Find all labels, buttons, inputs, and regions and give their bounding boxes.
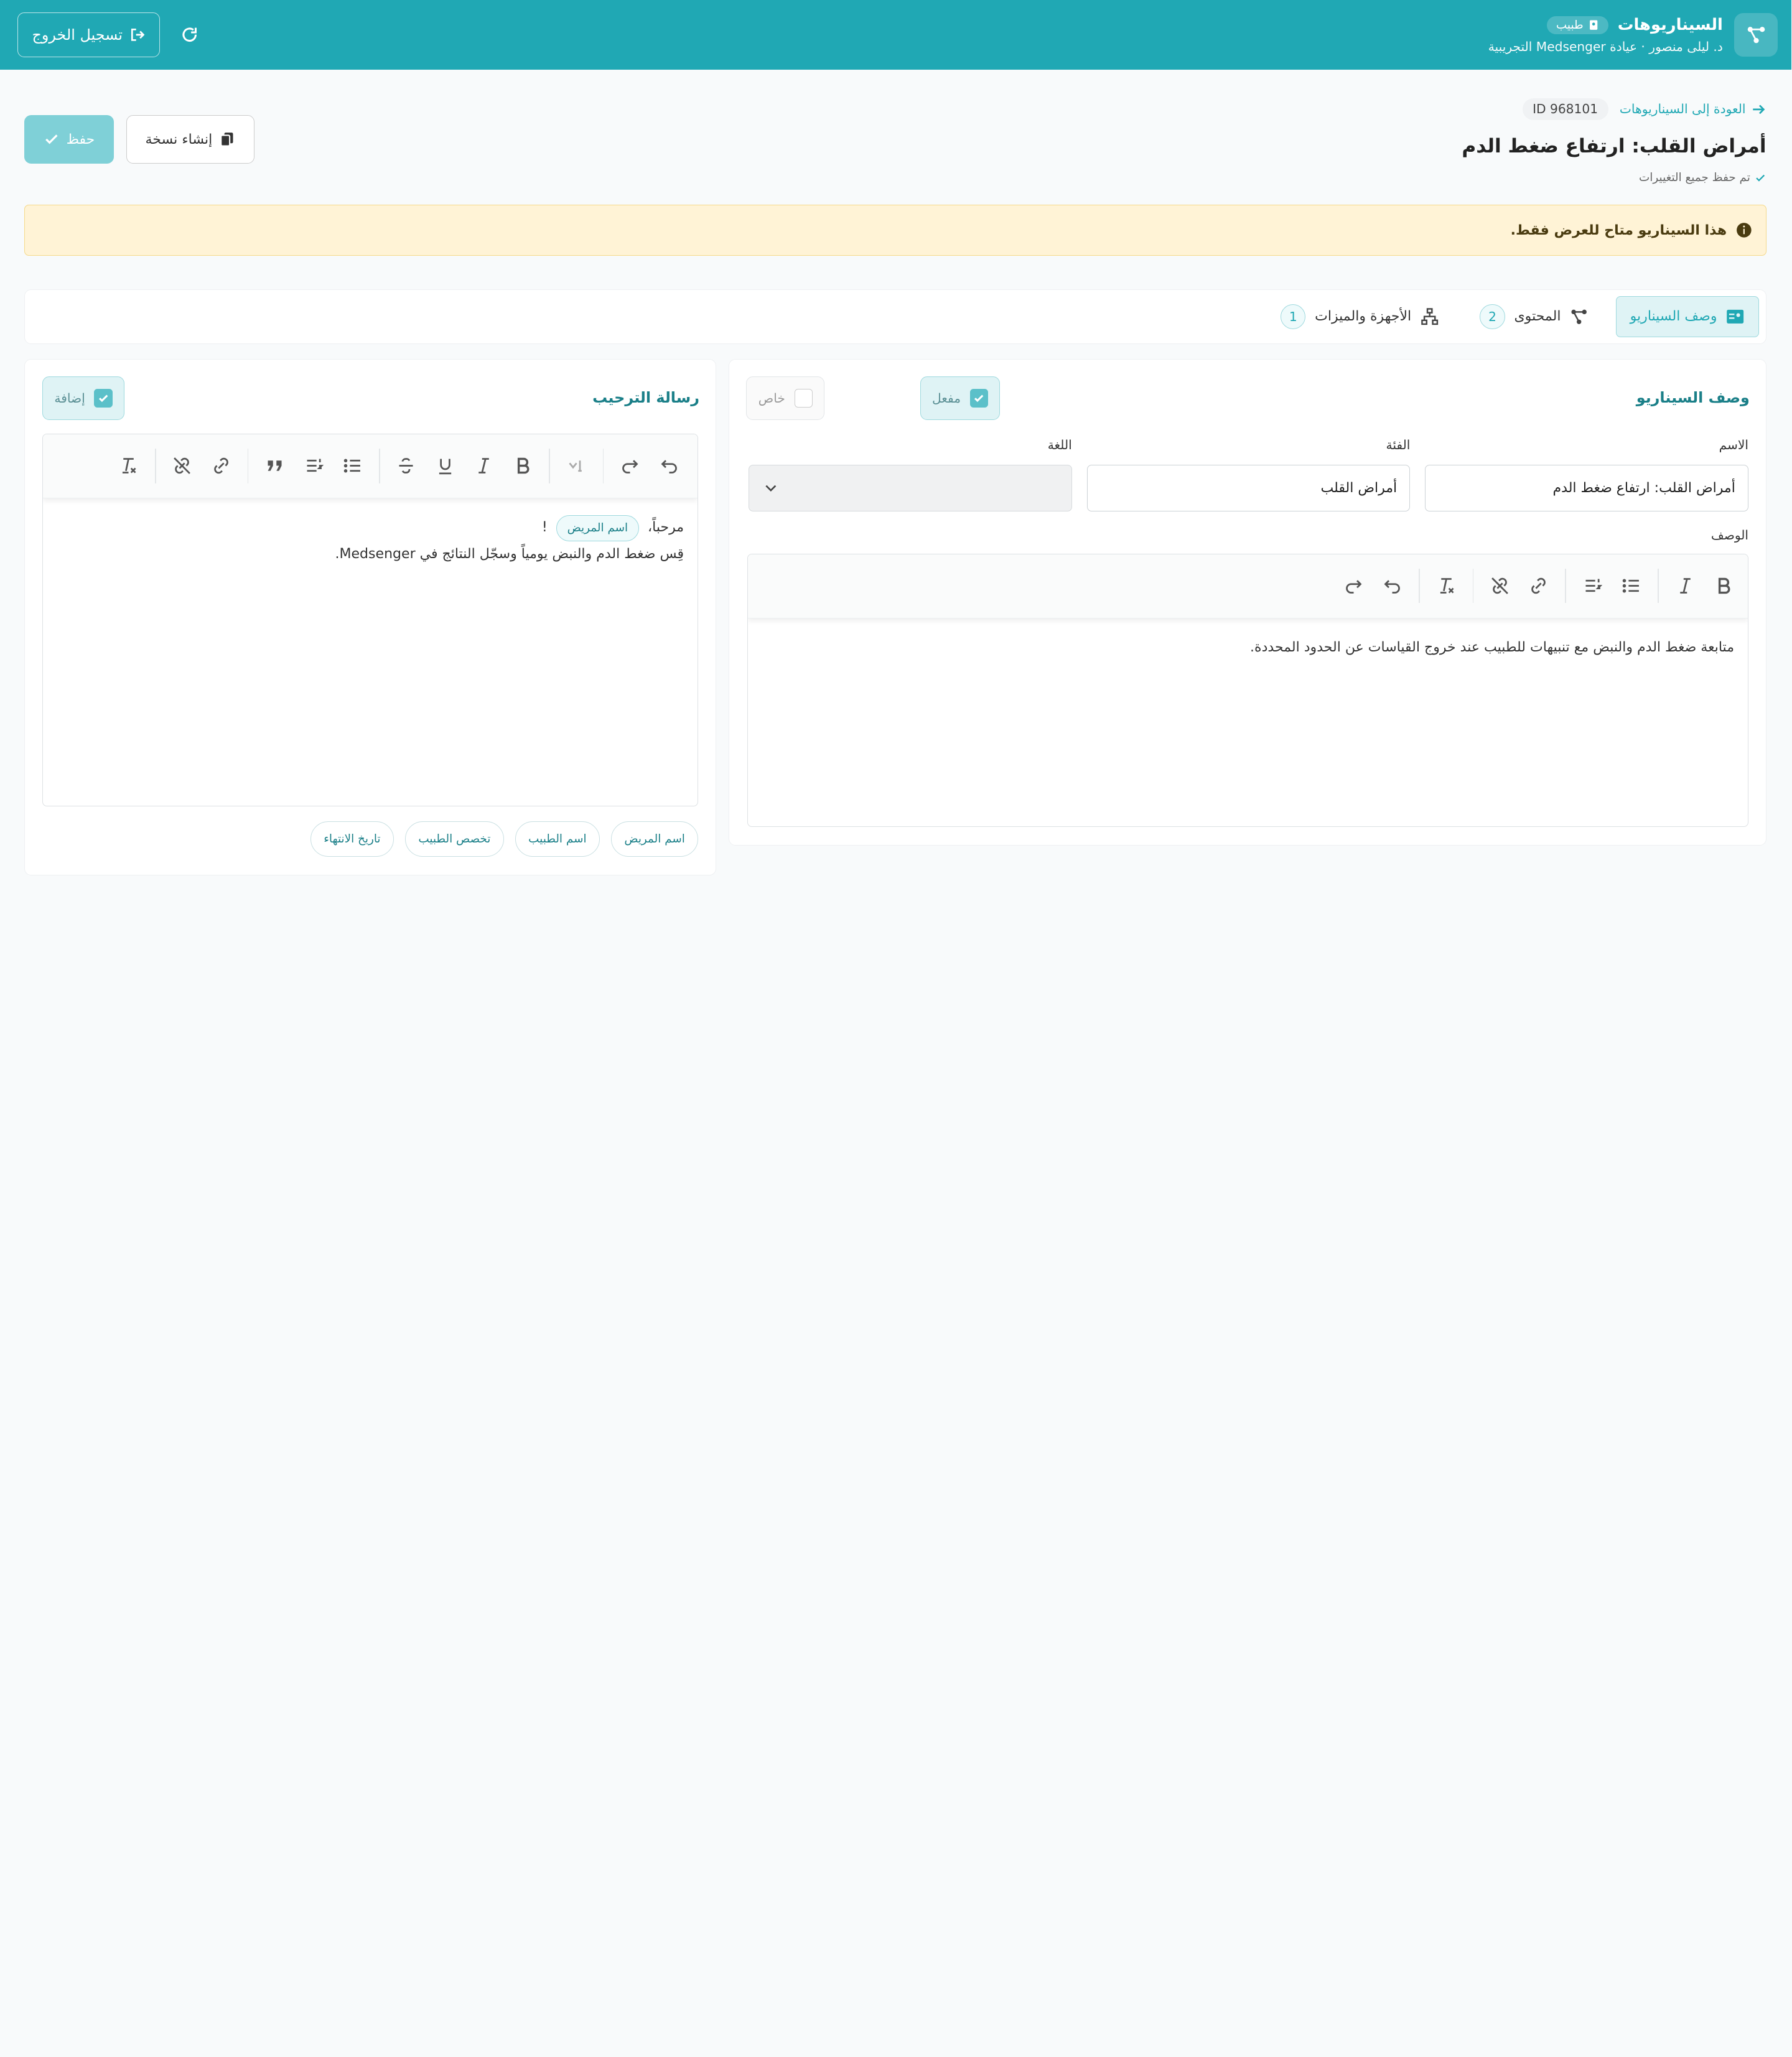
check-icon [46,134,58,144]
strikethrough-icon[interactable] [390,449,424,483]
user-clinic: د. ليلى منصور · عيادة Medsenger التجريبي… [1488,39,1724,54]
readonly-alert: هذا السيناريو متاح للعرض فقط. [25,204,1767,256]
insert-doctor-specialty-button[interactable]: تخصص الطبيب [406,821,505,857]
name-input[interactable]: أمراض القلب: ارتفاع ضغط الدم [1426,464,1750,511]
scenario-id-badge: ID 968101 [1523,98,1609,120]
undo-icon[interactable] [653,449,687,483]
tab-content[interactable]: المحتوى 2 [1467,296,1602,337]
logout-icon [132,29,146,41]
quote-icon[interactable] [258,449,292,483]
welcome-editor[interactable]: مرحباً، اسم المريض ! قِس ضغط الدم والنبض… [42,434,699,806]
chevron-down-icon [766,485,777,492]
back-to-scenarios-link[interactable]: العودة إلى السيناريوهات [1620,101,1767,118]
description-panel-title: وصف السيناريو [1636,389,1750,407]
add-toggle[interactable]: إضافة [43,376,126,421]
variable-chips: اسم المريض اسم الطبيب تخصص الطبيب تاريخ … [311,821,699,857]
description-toolbar [749,554,1749,618]
bold-icon[interactable] [1707,569,1742,603]
saved-status: تم حفظ جميع التغييرات [1640,171,1767,184]
app-title: السيناريوهات [1618,16,1724,35]
italic-icon[interactable] [467,449,502,483]
link-icon[interactable] [205,449,239,483]
welcome-message-panel: رسالة الترحيب إضافة مرحباً، اسم المريض !… [25,358,717,875]
clear-format-icon[interactable] [1430,569,1464,603]
scenario-tabs: وصف السيناريو المحتوى 2 الأجهزة والميزات… [25,289,1767,344]
info-icon [1737,223,1752,238]
text-direction-icon[interactable] [560,449,594,483]
flow-icon [1572,309,1588,324]
name-label: الاسم [1719,437,1750,452]
save-button[interactable]: حفظ [25,115,114,164]
copy-icon [221,133,234,147]
language-select[interactable] [749,464,1073,511]
refresh-icon[interactable] [179,24,202,47]
undo-icon[interactable] [1376,569,1410,603]
welcome-toolbar [43,434,699,498]
bullet-list-icon[interactable] [1615,569,1649,603]
insert-end-date-button[interactable]: تاريخ الانتهاء [311,821,394,857]
patient-name-variable: اسم المريض [557,515,640,542]
checkbox-checked-icon [95,389,113,408]
category-label: الفئة [1386,437,1411,452]
insert-patient-name-button[interactable]: اسم المريض [612,821,699,857]
top-bar: السيناريوهات طبيب د. ليلى منصور · عيادة … [0,0,1792,70]
check-icon [1757,174,1766,182]
description-editor[interactable]: متابعة ضغط الدم والنبض مع تنبيهات للطبيب… [748,553,1750,827]
welcome-text[interactable]: مرحباً، اسم المريض ! قِس ضغط الدم والنبض… [44,498,698,584]
scenario-editor-page: السيناريوهات طبيب د. ليلى منصور · عيادة … [0,0,1792,1120]
role-badge: طبيب [1547,16,1610,34]
create-copy-button[interactable]: إنشاء نسخة [126,115,255,164]
underline-icon[interactable] [429,449,463,483]
tab-description[interactable]: وصف السيناريو [1616,296,1760,337]
italic-icon[interactable] [1669,569,1703,603]
description-text[interactable]: متابعة ضغط الدم والنبض مع تنبيهات للطبيب… [749,618,1748,676]
welcome-panel-title: رسالة الترحيب [593,389,700,407]
page-title: أمراض القلب: ارتفاع ضغط الدم [1462,134,1767,157]
insert-doctor-name-button[interactable]: اسم الطبيب [515,821,600,857]
redo-icon[interactable] [614,449,648,483]
bullet-list-icon[interactable] [336,449,370,483]
welcome-line-1: مرحباً، اسم المريض ! [57,515,684,542]
description-label: الوصف [1711,527,1750,543]
bold-icon[interactable] [506,449,541,483]
arrow-right-icon [1753,105,1766,114]
welcome-line-2: قِس ضغط الدم والنبض يومياً وسجّل النتائج… [335,546,685,562]
id-card-icon [1727,309,1745,324]
redo-icon[interactable] [1337,569,1371,603]
language-label: اللغة [1048,437,1073,452]
enabled-toggle[interactable]: مفعل [920,376,1001,421]
scenario-description-panel: وصف السيناريو مفعل خاص الاسم أمراض القلب… [729,358,1767,846]
scenario-header: العودة إلى السيناريوهات ID 968101 أمراض … [25,91,1767,194]
id-card-icon [1590,20,1598,30]
brand: السيناريوهات طبيب د. ليلى منصور · عيادة … [1489,13,1778,57]
content-count-badge: 2 [1480,304,1506,329]
category-input[interactable]: أمراض القلب [1087,464,1411,511]
checkbox-unchecked-icon [795,389,813,408]
ordered-list-icon[interactable] [297,449,332,483]
unlink-icon[interactable] [166,449,200,483]
clear-format-icon[interactable] [112,449,146,483]
private-toggle[interactable]: خاص [747,376,826,421]
scenario-logo-icon [1735,13,1778,57]
link-icon[interactable] [1522,569,1556,603]
unlink-icon[interactable] [1483,569,1518,603]
tab-devices-features[interactable]: الأجهزة والميزات 1 [1267,296,1453,337]
ordered-list-icon[interactable] [1576,569,1610,603]
devices-count-badge: 1 [1281,304,1307,329]
network-icon [1422,308,1439,325]
checkbox-checked-icon [970,389,989,408]
logout-button[interactable]: تسجيل الخروج [18,12,161,57]
